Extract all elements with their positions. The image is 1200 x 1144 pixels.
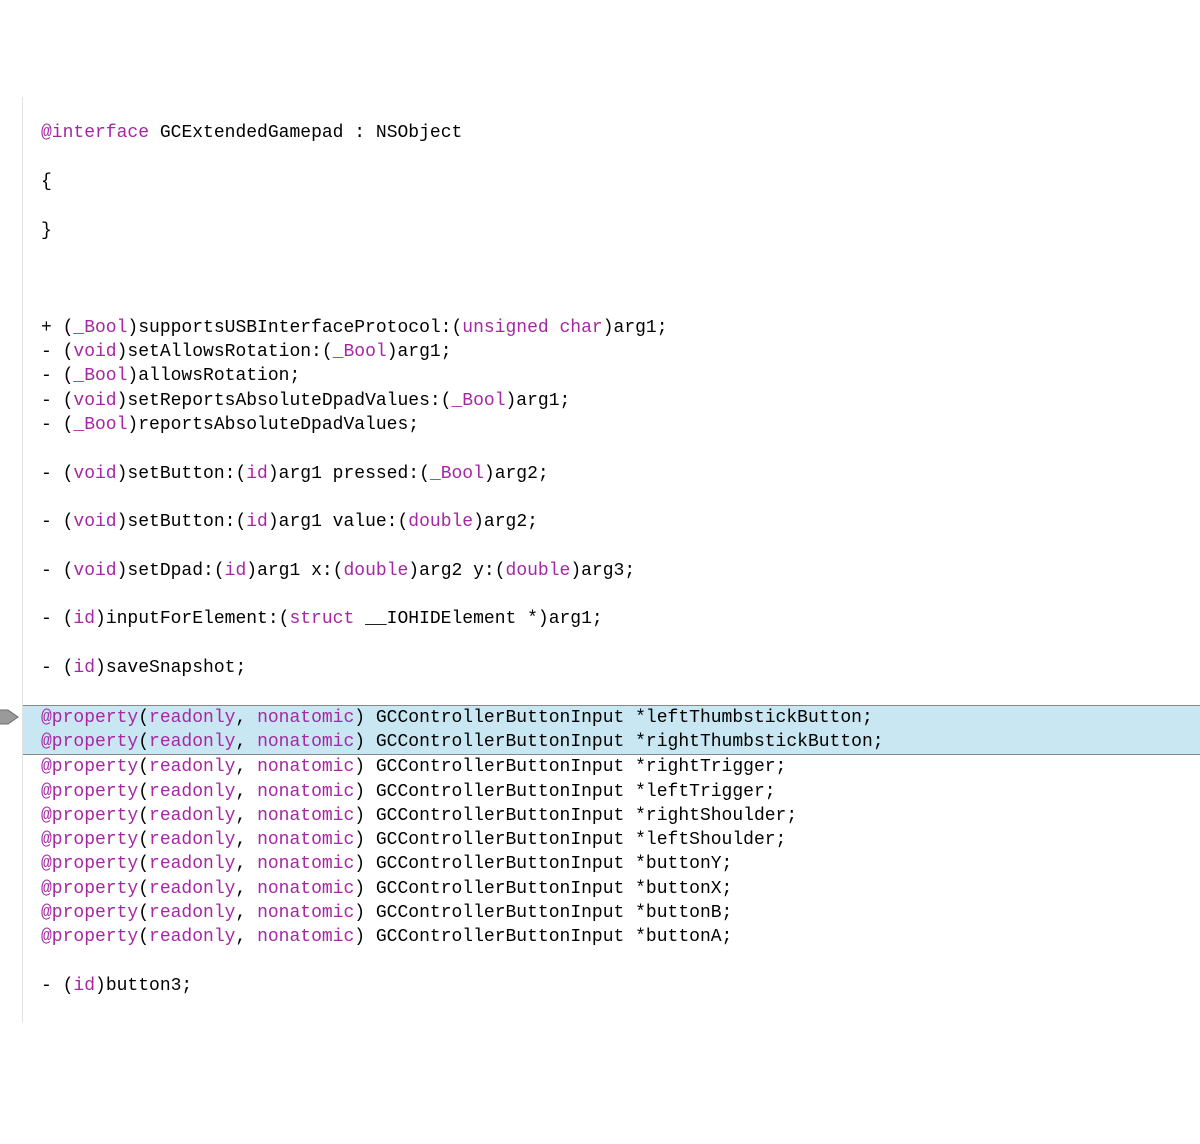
code-editor: @interface GCExtendedGamepad : NSObject … xyxy=(22,97,1200,1022)
property-leftThumbstickButton: @property(readonly, nonatomic) GCControl… xyxy=(23,705,1200,730)
method-setDpad: - (void)setDpad:(id)arg1 x:(double)arg2 … xyxy=(23,559,1200,583)
property-buttonA: @property(readonly, nonatomic) GCControl… xyxy=(23,925,1200,949)
class-name: GCExtendedGamepad xyxy=(160,123,344,143)
property-buttonX: @property(readonly, nonatomic) GCControl… xyxy=(23,877,1200,901)
brace-open: { xyxy=(23,170,1200,194)
super-name: NSObject xyxy=(376,123,462,143)
method-setButton-pressed: - (void)setButton:(id)arg1 pressed:(_Boo… xyxy=(23,462,1200,486)
interface-decl: @interface GCExtendedGamepad : NSObject xyxy=(23,121,1200,145)
method-button3: - (id)button3; xyxy=(23,974,1200,998)
property-rightThumbstickButton: @property(readonly, nonatomic) GCControl… xyxy=(23,730,1200,755)
method-line: - (void)setReportsAbsoluteDpadValues:(_B… xyxy=(23,389,1200,413)
method-line: - (void)setAllowsRotation:(_Bool)arg1; xyxy=(23,340,1200,364)
property-leftTrigger: @property(readonly, nonatomic) GCControl… xyxy=(23,780,1200,804)
method-line: - (_Bool)reportsAbsoluteDpadValues; xyxy=(23,413,1200,437)
brace-close: } xyxy=(23,219,1200,243)
property-rightShoulder: @property(readonly, nonatomic) GCControl… xyxy=(23,804,1200,828)
method-setButton-value: - (void)setButton:(id)arg1 value:(double… xyxy=(23,510,1200,534)
property-buttonB: @property(readonly, nonatomic) GCControl… xyxy=(23,901,1200,925)
property-leftShoulder: @property(readonly, nonatomic) GCControl… xyxy=(23,828,1200,852)
method-line: - (_Bool)allowsRotation; xyxy=(23,364,1200,388)
method-line: + (_Bool)supportsUSBInterfaceProtocol:(u… xyxy=(23,316,1200,340)
method-saveSnapshot: - (id)saveSnapshot; xyxy=(23,656,1200,680)
blank-line xyxy=(23,267,1200,291)
property-rightTrigger: @property(readonly, nonatomic) GCControl… xyxy=(23,755,1200,779)
property-buttonY: @property(readonly, nonatomic) GCControl… xyxy=(23,852,1200,876)
breakpoint-arrow-icon xyxy=(0,708,19,726)
method-inputForElement: - (id)inputForElement:(struct __IOHIDEle… xyxy=(23,607,1200,631)
directive: @interface xyxy=(41,123,149,143)
